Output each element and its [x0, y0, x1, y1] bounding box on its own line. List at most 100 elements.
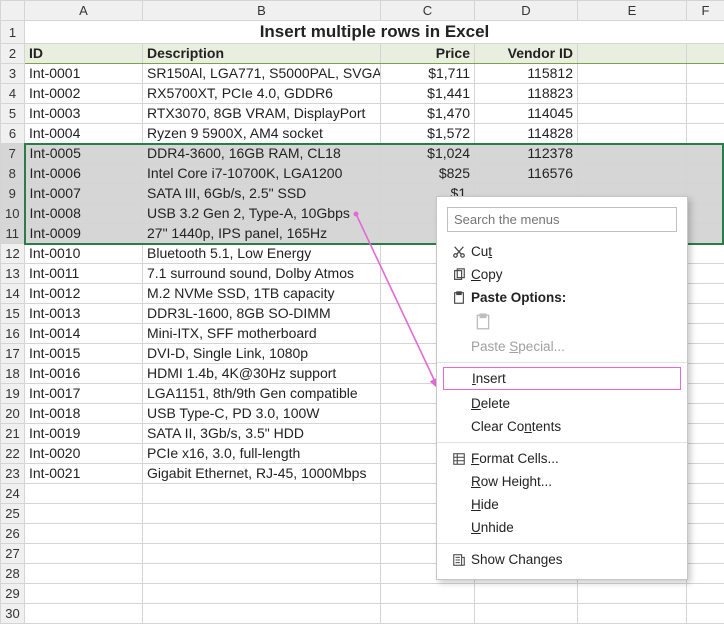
- cell-empty[interactable]: [687, 564, 724, 584]
- cell-empty[interactable]: [687, 284, 724, 304]
- cell-desc[interactable]: Ryzen 9 5900X, AM4 socket: [143, 124, 381, 144]
- col-header[interactable]: D: [475, 1, 578, 21]
- cell-desc[interactable]: PCIe x16, 3.0, full-length: [143, 444, 381, 464]
- cell-id[interactable]: Int-0015: [25, 344, 143, 364]
- cell-empty[interactable]: [687, 404, 724, 424]
- cell-desc[interactable]: Bluetooth 5.1, Low Energy: [143, 244, 381, 264]
- cell-empty[interactable]: [687, 204, 724, 224]
- cell-empty[interactable]: [687, 64, 724, 84]
- cell-desc[interactable]: 27" 1440p, IPS panel, 165Hz: [143, 224, 381, 244]
- cell-empty[interactable]: [687, 424, 724, 444]
- cell-id[interactable]: Int-0019: [25, 424, 143, 444]
- col-header[interactable]: B: [143, 1, 381, 21]
- cell-empty[interactable]: [687, 364, 724, 384]
- row-header[interactable]: 16: [1, 324, 25, 344]
- cell-empty[interactable]: [687, 124, 724, 144]
- cell-empty[interactable]: [687, 444, 724, 464]
- cell-empty[interactable]: [687, 504, 724, 524]
- cell-empty[interactable]: [687, 384, 724, 404]
- row-header[interactable]: 19: [1, 384, 25, 404]
- row-header[interactable]: 9: [1, 184, 25, 204]
- row-header[interactable]: 18: [1, 364, 25, 384]
- cell-desc[interactable]: SATA III, 6Gb/s, 2.5" SSD: [143, 184, 381, 204]
- row-header[interactable]: 20: [1, 404, 25, 424]
- cell-desc[interactable]: USB Type-C, PD 3.0, 100W: [143, 404, 381, 424]
- cell-empty[interactable]: [578, 164, 687, 184]
- cell-id[interactable]: Int-0003: [25, 104, 143, 124]
- menu-copy[interactable]: Copy: [437, 263, 687, 286]
- cell-price[interactable]: $825: [381, 164, 475, 184]
- cell-empty[interactable]: [475, 584, 578, 604]
- cell-empty[interactable]: [25, 544, 143, 564]
- menu-hide[interactable]: Hide: [437, 493, 687, 516]
- cell-empty[interactable]: [381, 604, 475, 624]
- table-row[interactable]: 7Int-0005DDR4-3600, 16GB RAM, CL18$1,024…: [1, 144, 724, 164]
- cell-empty[interactable]: [687, 104, 724, 124]
- cell-vendor[interactable]: 114828: [475, 124, 578, 144]
- cell-empty[interactable]: [687, 84, 724, 104]
- row-header[interactable]: 11: [1, 224, 25, 244]
- cell-empty[interactable]: [687, 464, 724, 484]
- cell-desc[interactable]: DVI-D, Single Link, 1080p: [143, 344, 381, 364]
- cell-id[interactable]: Int-0012: [25, 284, 143, 304]
- cell-desc[interactable]: RTX3070, 8GB VRAM, DisplayPort: [143, 104, 381, 124]
- cell-desc[interactable]: HDMI 1.4b, 4K@30Hz support: [143, 364, 381, 384]
- row-header[interactable]: 5: [1, 104, 25, 124]
- row-header[interactable]: 21: [1, 424, 25, 444]
- cell-empty[interactable]: [143, 524, 381, 544]
- cell-desc[interactable]: Gigabit Ethernet, RJ-45, 1000Mbps: [143, 464, 381, 484]
- cell-empty[interactable]: [687, 324, 724, 344]
- cell-empty[interactable]: [578, 104, 687, 124]
- cell-desc[interactable]: LGA1151, 8th/9th Gen compatible: [143, 384, 381, 404]
- table-row[interactable]: 30: [1, 604, 724, 624]
- row-header[interactable]: 10: [1, 204, 25, 224]
- cell-desc[interactable]: SATA II, 3Gb/s, 3.5" HDD: [143, 424, 381, 444]
- col-header[interactable]: E: [578, 1, 687, 21]
- cell-id[interactable]: Int-0020: [25, 444, 143, 464]
- cell-id[interactable]: Int-0014: [25, 324, 143, 344]
- row-header[interactable]: 25: [1, 504, 25, 524]
- cell-vendor[interactable]: 115812: [475, 64, 578, 84]
- row-header[interactable]: 12: [1, 244, 25, 264]
- select-all-corner[interactable]: [1, 1, 25, 21]
- cell-empty[interactable]: [143, 564, 381, 584]
- cell-empty[interactable]: [25, 564, 143, 584]
- cell-empty[interactable]: [578, 144, 687, 164]
- cell-vendor[interactable]: 118823: [475, 84, 578, 104]
- cell-desc[interactable]: DDR3L-1600, 8GB SO-DIMM: [143, 304, 381, 324]
- menu-insert[interactable]: Insert: [448, 371, 676, 386]
- cell-empty[interactable]: [687, 304, 724, 324]
- table-row[interactable]: 5Int-0003RTX3070, 8GB VRAM, DisplayPort$…: [1, 104, 724, 124]
- row-header[interactable]: 2: [1, 44, 25, 64]
- table-row[interactable]: 8Int-0006Intel Core i7-10700K, LGA1200$8…: [1, 164, 724, 184]
- menu-clear-contents[interactable]: Clear Contents: [437, 415, 687, 438]
- cell-id[interactable]: Int-0008: [25, 204, 143, 224]
- row-header[interactable]: 15: [1, 304, 25, 324]
- row-header[interactable]: 26: [1, 524, 25, 544]
- cell-empty[interactable]: [687, 264, 724, 284]
- cell-price[interactable]: $1,470: [381, 104, 475, 124]
- cell-id[interactable]: Int-0010: [25, 244, 143, 264]
- row-header[interactable]: 28: [1, 564, 25, 584]
- cell-desc[interactable]: RX5700XT, PCIe 4.0, GDDR6: [143, 84, 381, 104]
- table-row[interactable]: 6Int-0004Ryzen 9 5900X, AM4 socket$1,572…: [1, 124, 724, 144]
- cell-id[interactable]: Int-0017: [25, 384, 143, 404]
- cell-id[interactable]: Int-0002: [25, 84, 143, 104]
- cell-empty[interactable]: [687, 584, 724, 604]
- cell-desc[interactable]: Mini-ITX, SFF motherboard: [143, 324, 381, 344]
- cell-empty[interactable]: [687, 144, 724, 164]
- cell-vendor[interactable]: 112378: [475, 144, 578, 164]
- cell-price[interactable]: $1,711: [381, 64, 475, 84]
- col-header[interactable]: A: [25, 1, 143, 21]
- menu-cut[interactable]: Cut: [437, 240, 687, 263]
- cell-id[interactable]: Int-0009: [25, 224, 143, 244]
- cell-vendor[interactable]: 116576: [475, 164, 578, 184]
- cell-price[interactable]: $1,441: [381, 84, 475, 104]
- cell-desc[interactable]: DDR4-3600, 16GB RAM, CL18: [143, 144, 381, 164]
- row-header[interactable]: 6: [1, 124, 25, 144]
- cell-empty[interactable]: [381, 584, 475, 604]
- cell-id[interactable]: Int-0016: [25, 364, 143, 384]
- cell-empty[interactable]: [578, 64, 687, 84]
- row-header[interactable]: 24: [1, 484, 25, 504]
- cell-empty[interactable]: [578, 84, 687, 104]
